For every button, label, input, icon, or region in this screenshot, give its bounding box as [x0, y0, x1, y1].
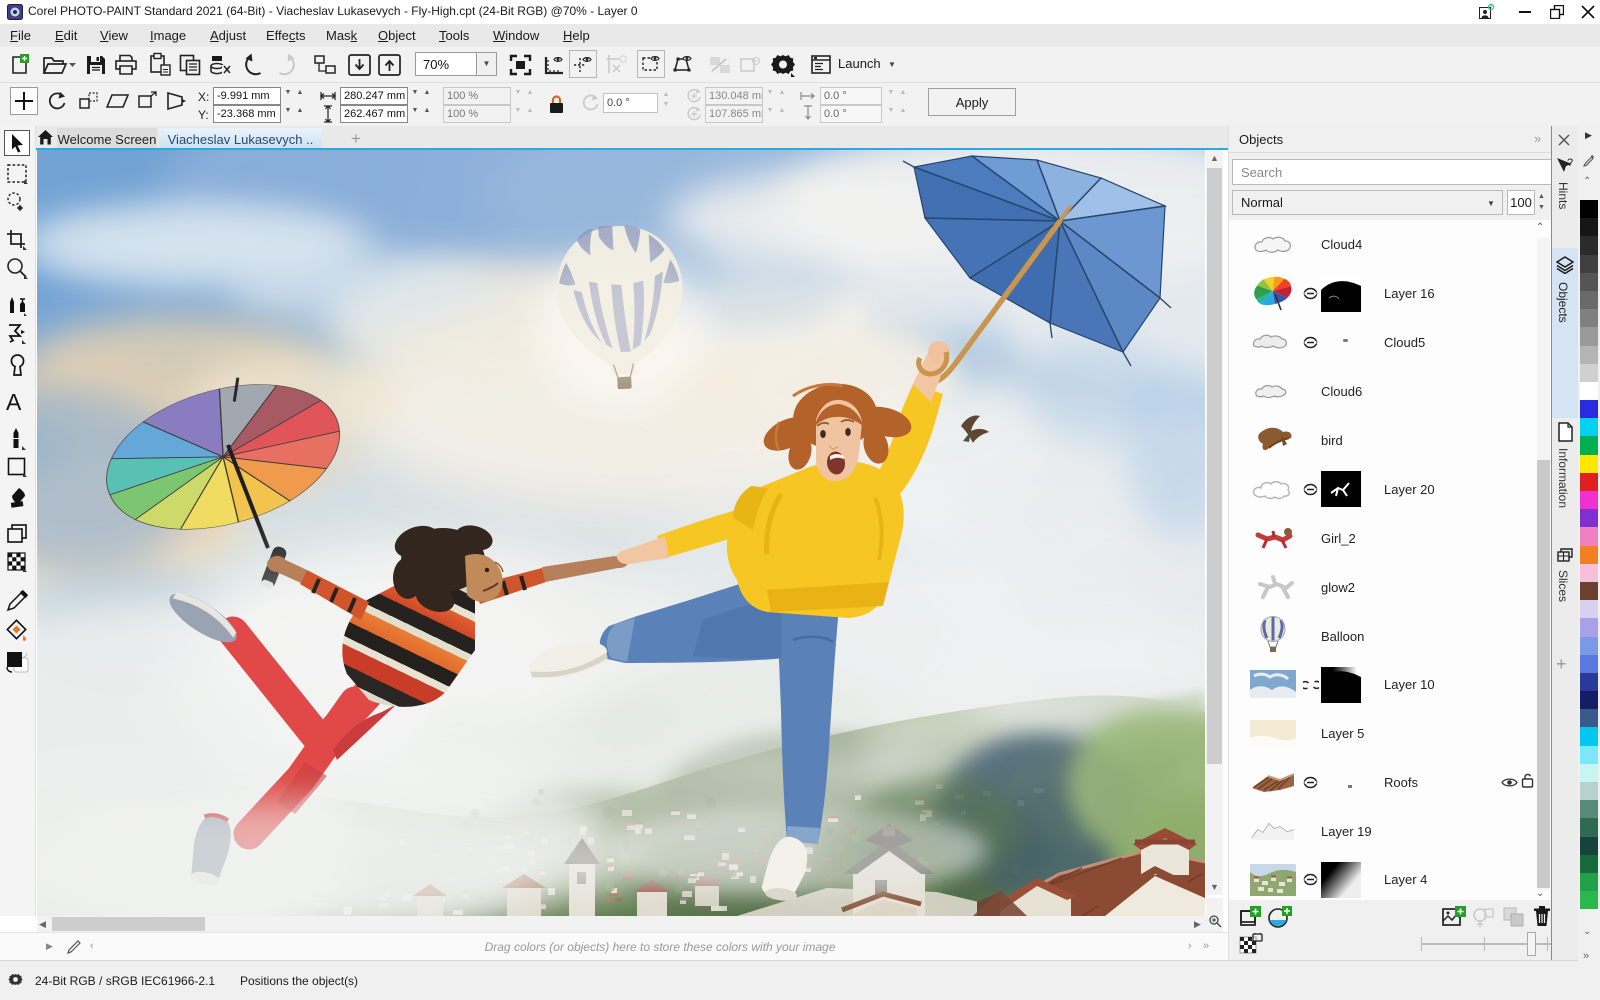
svg-text:?: ?	[1567, 157, 1573, 169]
